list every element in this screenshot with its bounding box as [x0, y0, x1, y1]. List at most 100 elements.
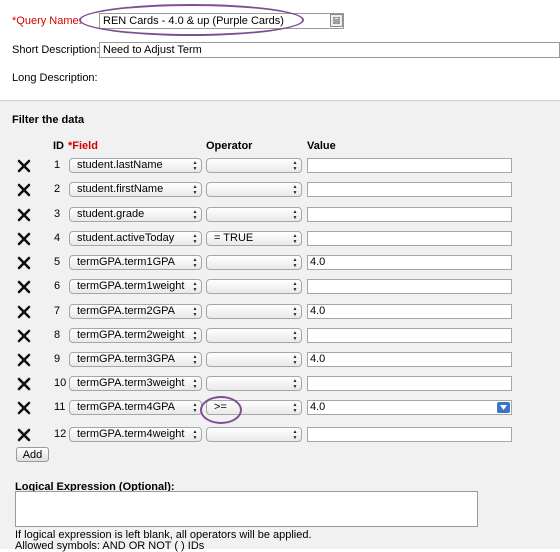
- filter-title: Filter the data: [12, 114, 85, 126]
- dropdown-arrow-icon: ▲▼: [192, 429, 198, 441]
- value-input[interactable]: [307, 182, 512, 197]
- field-select-value: termGPA.term4weight: [77, 428, 185, 440]
- short-description-label: Short Description:: [12, 44, 100, 56]
- field-select[interactable]: termGPA.term1weight ▲▼: [69, 279, 202, 294]
- operator-select[interactable]: ▲▼: [206, 255, 302, 270]
- delete-row-icon[interactable]: [17, 401, 31, 415]
- field-select[interactable]: termGPA.term3weight ▲▼: [69, 376, 202, 391]
- field-select[interactable]: student.activeToday ▲▼: [69, 231, 202, 246]
- operator-select-value: = TRUE: [214, 232, 254, 244]
- row-id: 5: [54, 256, 61, 268]
- row-id: 7: [54, 305, 61, 317]
- value-input[interactable]: 4.0: [307, 304, 512, 319]
- delete-row-icon[interactable]: [17, 329, 31, 343]
- operator-select[interactable]: ▲▼: [206, 427, 302, 442]
- field-select[interactable]: termGPA.term4GPA ▲▼: [69, 400, 202, 415]
- dropdown-arrow-icon: ▲▼: [292, 429, 298, 441]
- delete-row-icon[interactable]: [17, 208, 31, 222]
- value-text: 4.0: [310, 305, 326, 317]
- field-select-value: student.grade: [77, 208, 145, 220]
- header-field: *Field: [68, 140, 98, 152]
- delete-row-icon[interactable]: [17, 280, 31, 294]
- annotation-ellipse-query-name: [79, 4, 304, 36]
- header-operator: Operator: [206, 140, 253, 152]
- field-select-value: termGPA.term3weight: [77, 377, 185, 389]
- row-id: 3: [54, 208, 61, 220]
- row-id: 9: [54, 353, 61, 365]
- dropdown-arrow-icon: ▲▼: [192, 306, 198, 318]
- logical-expression-input[interactable]: [15, 491, 478, 527]
- field-select[interactable]: termGPA.term2weight ▲▼: [69, 328, 202, 343]
- divider: [0, 100, 560, 101]
- field-select-value: termGPA.term4GPA: [77, 401, 176, 413]
- operator-select[interactable]: ▲▼: [206, 182, 302, 197]
- field-select-value: termGPA.term1GPA: [77, 256, 176, 268]
- dropdown-arrow-icon: ▲▼: [292, 209, 298, 221]
- dropdown-arrow-icon: ▲▼: [192, 209, 198, 221]
- operator-select[interactable]: ▲▼: [206, 304, 302, 319]
- field-select-value: termGPA.term2weight: [77, 329, 185, 341]
- lookup-icon[interactable]: [330, 14, 343, 27]
- operator-select[interactable]: ▲▼: [206, 279, 302, 294]
- dropdown-arrow-icon: ▲▼: [292, 257, 298, 269]
- dropdown-arrow-icon: ▲▼: [292, 378, 298, 390]
- dropdown-arrow-icon: ▲▼: [292, 402, 298, 414]
- field-select-value: student.firstName: [77, 183, 164, 195]
- field-select[interactable]: termGPA.term1GPA ▲▼: [69, 255, 202, 270]
- row-id: 2: [54, 183, 61, 195]
- operator-select[interactable]: ▲▼: [206, 376, 302, 391]
- dropdown-arrow-icon: ▲▼: [192, 257, 198, 269]
- dropdown-arrow-icon: ▲▼: [292, 160, 298, 172]
- dropdown-arrow-icon: ▲▼: [292, 330, 298, 342]
- query-name-label: *Query Name:: [12, 15, 82, 27]
- value-input[interactable]: [307, 158, 512, 173]
- field-select[interactable]: student.firstName ▲▼: [69, 182, 202, 197]
- value-input[interactable]: [307, 279, 512, 294]
- delete-row-icon[interactable]: [17, 353, 31, 367]
- delete-row-icon[interactable]: [17, 377, 31, 391]
- operator-select[interactable]: ▲▼: [206, 158, 302, 173]
- field-select[interactable]: termGPA.term4weight ▲▼: [69, 427, 202, 442]
- header-value: Value: [307, 140, 336, 152]
- field-select[interactable]: termGPA.term3GPA ▲▼: [69, 352, 202, 367]
- field-select-value: student.lastName: [77, 159, 163, 171]
- value-dropdown-icon[interactable]: [497, 402, 510, 413]
- value-input[interactable]: 4.0: [307, 255, 512, 270]
- value-input[interactable]: [307, 207, 512, 222]
- value-input[interactable]: 4.0: [307, 400, 512, 415]
- delete-row-icon[interactable]: [17, 232, 31, 246]
- delete-row-icon[interactable]: [17, 305, 31, 319]
- dropdown-arrow-icon: ▲▼: [192, 378, 198, 390]
- dropdown-arrow-icon: ▲▼: [292, 306, 298, 318]
- add-button[interactable]: Add: [16, 447, 49, 462]
- dropdown-arrow-icon: ▲▼: [192, 330, 198, 342]
- operator-select[interactable]: ▲▼: [206, 207, 302, 222]
- value-input[interactable]: [307, 328, 512, 343]
- delete-row-icon[interactable]: [17, 159, 31, 173]
- operator-select[interactable]: ▲▼: [206, 352, 302, 367]
- operator-select[interactable]: ▲▼: [206, 328, 302, 343]
- field-select-value: termGPA.term3GPA: [77, 353, 176, 365]
- row-id: 10: [54, 377, 67, 389]
- dropdown-arrow-icon: ▲▼: [192, 184, 198, 196]
- dropdown-arrow-icon: ▲▼: [192, 281, 198, 293]
- logical-help-line2: Allowed symbols: AND OR NOT ( ) IDs: [15, 540, 205, 552]
- field-select[interactable]: termGPA.term2GPA ▲▼: [69, 304, 202, 319]
- row-id: 4: [54, 232, 61, 244]
- field-select[interactable]: student.grade ▲▼: [69, 207, 202, 222]
- value-input[interactable]: [307, 231, 512, 246]
- delete-row-icon[interactable]: [17, 183, 31, 197]
- value-input[interactable]: [307, 376, 512, 391]
- dropdown-arrow-icon: ▲▼: [292, 354, 298, 366]
- operator-select[interactable]: = TRUE ▲▼: [206, 231, 302, 246]
- delete-row-icon[interactable]: [17, 256, 31, 270]
- field-select-value: termGPA.term2GPA: [77, 305, 176, 317]
- delete-row-icon[interactable]: [17, 428, 31, 442]
- dropdown-arrow-icon: ▲▼: [192, 233, 198, 245]
- field-select[interactable]: student.lastName ▲▼: [69, 158, 202, 173]
- row-id: 6: [54, 280, 61, 292]
- value-input[interactable]: 4.0: [307, 352, 512, 367]
- row-id: 1: [54, 159, 61, 171]
- short-description-field[interactable]: Need to Adjust Term: [99, 42, 560, 58]
- value-input[interactable]: [307, 427, 512, 442]
